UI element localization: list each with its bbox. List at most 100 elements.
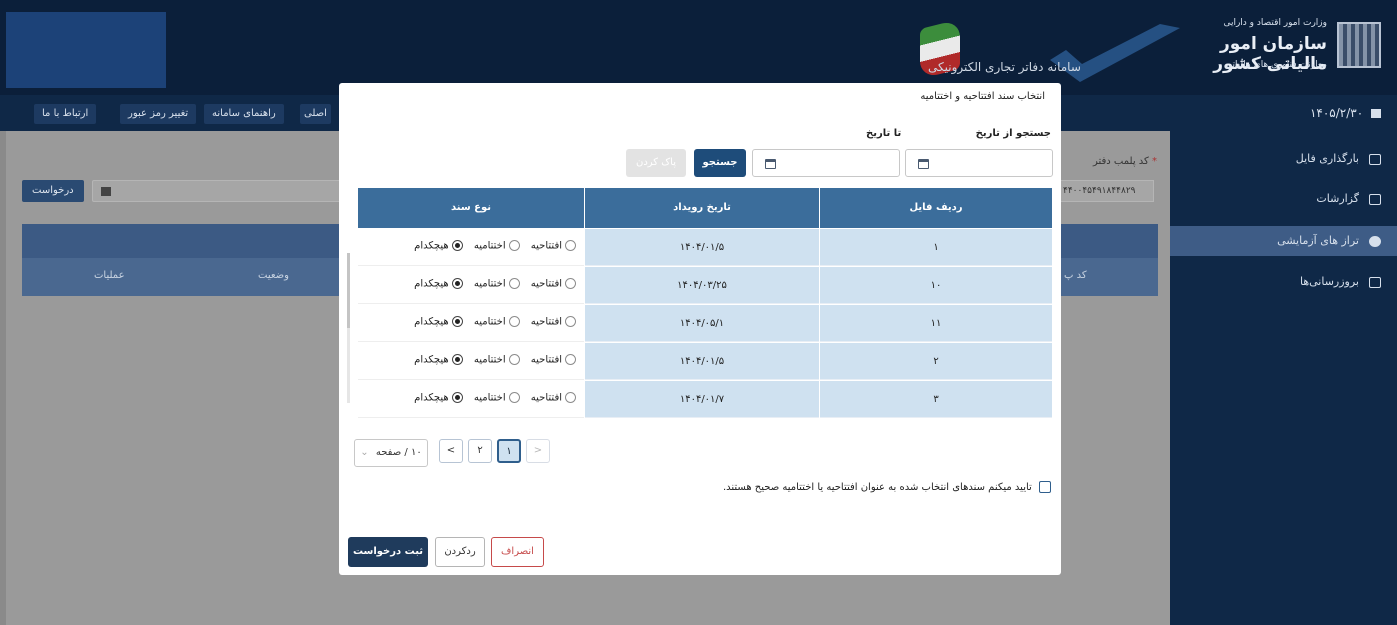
radio-closing[interactable]: اختتامیه	[474, 278, 520, 290]
table-row: ۱۰ ۱۴۰۴/۰۳/۲۵ افتتاحیه اختتامیه هیچکدام	[358, 267, 1052, 305]
seal-code-field[interactable]: ۴۴۰۰۴۵۴۹۱۸۴۴۸۲۹	[1058, 180, 1154, 202]
radio-selected-icon	[451, 316, 463, 327]
confirm-checkbox[interactable]	[1039, 481, 1051, 493]
main-button[interactable]: اصلی	[300, 104, 331, 124]
col-doc-type: نوع سند	[358, 188, 584, 228]
required-marker: *	[1152, 156, 1157, 167]
page-size-select[interactable]: ۱۰ / صفحه ⌄	[354, 439, 428, 467]
col-file-row: ردیف فایل	[820, 188, 1052, 228]
radio-closing[interactable]: اختتامیه	[474, 354, 520, 366]
radio-none[interactable]: هیچکدام	[414, 316, 463, 328]
guide-button[interactable]: راهنمای سامانه	[204, 104, 284, 124]
cell-event-date: ۱۴۰۴/۰۱/۷	[585, 381, 819, 418]
sidebar-item-trial-balance[interactable]: تراز های آزمایشی	[1170, 226, 1397, 256]
radio-opening[interactable]: افتتاحیه	[531, 240, 576, 252]
radio-opening[interactable]: افتتاحیه	[531, 392, 576, 404]
calendar-icon	[1371, 109, 1381, 118]
page-button-2[interactable]: ۲	[468, 439, 492, 463]
bg-table-header	[1058, 224, 1158, 258]
cell-event-date: ۱۴۰۴/۰۵/۱	[585, 305, 819, 342]
sidebar-item-reports[interactable]: گزارشات	[1170, 184, 1397, 214]
radio-closing[interactable]: اختتامیه	[474, 392, 520, 404]
radio-closing[interactable]: اختتامیه	[474, 316, 520, 328]
cell-doc-type: افتتاحیه اختتامیه هیچکدام	[358, 305, 584, 342]
table-row: ۳ ۱۴۰۴/۰۱/۷ افتتاحیه اختتامیه هیچکدام	[358, 381, 1052, 419]
to-date-input[interactable]	[752, 149, 900, 177]
radio-selected-icon	[451, 278, 463, 289]
radio-label: افتتاحیه	[530, 316, 562, 328]
table-row: ۱ ۱۴۰۴/۰۱/۵ افتتاحیه اختتامیه هیچکدام	[358, 229, 1052, 267]
ministry-text: وزارت امور اقتصاد و دارایی	[1223, 18, 1327, 28]
col-event-date: تاریخ رویداد	[585, 188, 819, 228]
cell-file-row: ۱۱	[820, 305, 1052, 342]
radio-label: اختتامیه	[473, 354, 506, 366]
radio-opening[interactable]: افتتاحیه	[531, 278, 576, 290]
wrench-icon	[1369, 277, 1381, 288]
radio-icon	[565, 392, 576, 403]
radio-opening[interactable]: افتتاحیه	[531, 354, 576, 366]
confirm-row[interactable]: تایید میکنم سندهای انتخاب شده به عنوان ا…	[723, 481, 1051, 493]
from-date-input[interactable]	[905, 149, 1053, 177]
contact-button[interactable]: ارتباط با ما	[34, 104, 97, 124]
modal-title: انتخاب سند افتتاحیه و اختتامیه	[920, 91, 1045, 102]
radio-label: اختتامیه	[473, 392, 506, 404]
next-page-button[interactable]: >	[526, 439, 550, 463]
cell-event-date: ۱۴۰۴/۰۱/۵	[585, 343, 819, 380]
chevron-right-icon: >	[533, 445, 543, 456]
prev-page-button[interactable]: <	[439, 439, 463, 463]
calendar-icon	[765, 159, 776, 169]
doc-type-radio-group: افتتاحیه اختتامیه هیچکدام	[406, 278, 576, 290]
document-select-modal: انتخاب سند افتتاحیه و اختتامیه جستجو از …	[339, 83, 1061, 575]
deputy-text: معاونت فناوری های مالیاتی	[1225, 60, 1327, 70]
radio-closing[interactable]: اختتامیه	[474, 240, 520, 252]
cell-file-row: ۱	[820, 229, 1052, 266]
radio-icon	[565, 278, 576, 289]
bg-table-header	[22, 224, 340, 258]
radio-none[interactable]: هیچکدام	[414, 278, 463, 290]
radio-label: افتتاحیه	[530, 278, 562, 290]
radio-none[interactable]: هیچکدام	[414, 354, 463, 366]
radio-icon	[565, 354, 576, 365]
chevron-down-icon: ⌄	[360, 447, 369, 458]
search-button[interactable]: جستجو	[694, 149, 746, 177]
org-logo: وزارت امور اقتصاد و دارایی سازمان امور م…	[1158, 12, 1383, 82]
submit-request-button[interactable]: ثبت درخواست	[348, 537, 428, 567]
reject-button[interactable]: ردکردن	[435, 537, 485, 567]
cell-event-date: ۱۴۰۴/۰۱/۵	[585, 229, 819, 266]
cancel-button[interactable]: انصراف	[491, 537, 544, 567]
col-code: کد پ	[1064, 270, 1087, 281]
radio-label: اختتامیه	[473, 278, 506, 290]
sidebar-item-label: بارگذاری فایل	[1295, 152, 1359, 165]
radio-none[interactable]: هیچکدام	[414, 240, 463, 252]
cell-doc-type: افتتاحیه اختتامیه هیچکدام	[358, 267, 584, 304]
change-password-button[interactable]: تغییر رمز عبور	[120, 104, 197, 124]
col-status: وضعیت	[258, 270, 289, 281]
cell-doc-type: افتتاحیه اختتامیه هیچکدام	[358, 381, 584, 418]
cell-file-row: ۱۰	[820, 267, 1052, 304]
radio-selected-icon	[451, 354, 463, 365]
radio-none[interactable]: هیچکدام	[414, 392, 463, 404]
clear-button[interactable]: پاک کردن	[626, 149, 686, 177]
calendar-icon	[918, 159, 929, 169]
cell-file-row: ۳	[820, 381, 1052, 418]
top-header: سامانه دفاتر تجاری الکترونیکی وزارت امور…	[0, 0, 1397, 95]
radio-label: هیچکدام	[414, 278, 449, 290]
sidebar-item-upload[interactable]: بارگذاری فایل	[1170, 144, 1397, 174]
scrollbar-thumb[interactable]	[347, 253, 350, 328]
date-input[interactable]	[92, 180, 342, 202]
doc-type-radio-group: افتتاحیه اختتامیه هیچکدام	[406, 316, 576, 328]
page-button-1[interactable]: ۱	[497, 439, 521, 463]
radio-icon	[508, 354, 520, 365]
seal-label-text: کد پلمب دفتر	[1092, 156, 1149, 167]
calendar-icon	[101, 187, 111, 196]
radio-label: اختتامیه	[473, 316, 506, 328]
sidebar-item-updates[interactable]: بروزرسانی‌ها	[1170, 267, 1397, 297]
radio-icon	[508, 278, 520, 289]
request-button[interactable]: درخواست	[22, 180, 84, 202]
chevron-left-icon: <	[446, 445, 456, 456]
emblem-icon	[1337, 22, 1381, 68]
radio-icon	[565, 316, 576, 327]
sidebar-item-label: بروزرسانی‌ها	[1299, 275, 1359, 288]
to-date-label: تا تاریخ	[866, 128, 902, 139]
radio-opening[interactable]: افتتاحیه	[531, 316, 576, 328]
